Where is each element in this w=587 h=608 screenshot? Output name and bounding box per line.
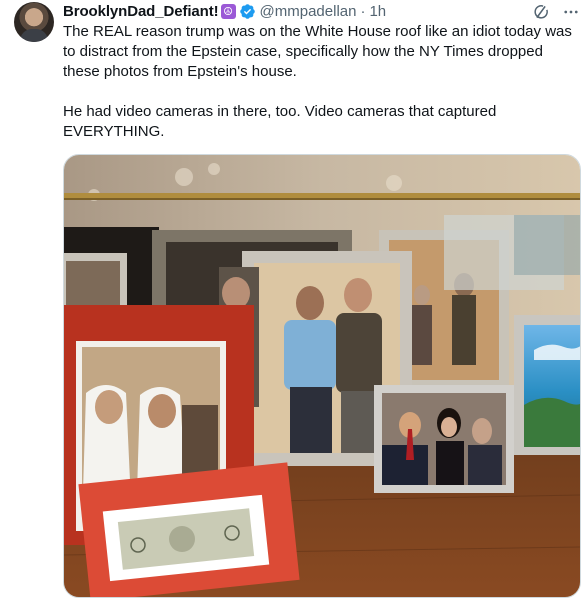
- handle[interactable]: @mmpadellan: [260, 3, 357, 20]
- tweet-paragraph-1: The REAL reason trump was on the White H…: [63, 23, 572, 80]
- tweet-header: BrooklynDad_Defiant! ☮ @mmpadellan · 1h: [63, 1, 386, 21]
- separator: ·: [360, 2, 366, 20]
- avatar[interactable]: [14, 2, 54, 42]
- peace-emoji: ☮: [220, 3, 236, 19]
- tweet-actions: [531, 2, 581, 22]
- tweet-photo[interactable]: [63, 154, 581, 598]
- verified-badge-icon: [239, 3, 256, 20]
- timestamp[interactable]: 1h: [369, 3, 386, 20]
- more-icon[interactable]: [561, 2, 581, 22]
- tweet-text: The REAL reason trump was on the White H…: [63, 22, 575, 142]
- tweet-paragraph-2: He had video cameras in there, too. Vide…: [63, 103, 497, 140]
- tweet: BrooklynDad_Defiant! ☮ @mmpadellan · 1h …: [0, 0, 587, 608]
- grok-icon[interactable]: [531, 2, 551, 22]
- display-name[interactable]: BrooklynDad_Defiant!: [63, 3, 219, 20]
